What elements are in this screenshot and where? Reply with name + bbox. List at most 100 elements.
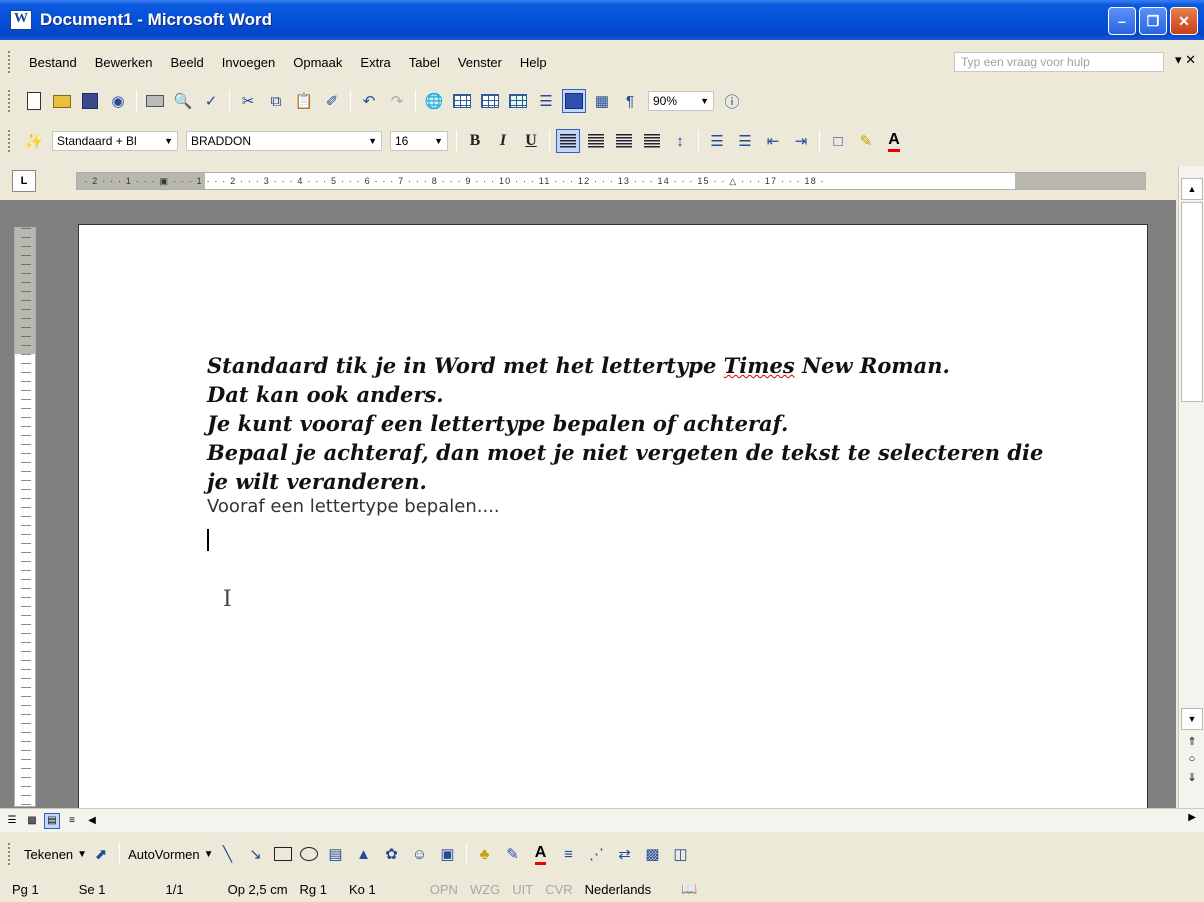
status-overtype[interactable]: CVR [545,882,572,897]
clip-art-icon[interactable]: ☺ [408,842,432,866]
scroll-left-icon[interactable]: ◀ [84,813,100,829]
print-icon[interactable] [143,89,167,113]
align-center-icon[interactable] [584,129,608,153]
increase-indent-icon[interactable]: ⇥ [789,129,813,153]
bullets-icon[interactable]: ☰ [733,129,757,153]
numbering-icon[interactable]: ☰ [705,129,729,153]
dash-style-icon[interactable]: ⋰ [585,842,609,866]
menu-help[interactable]: Help [511,55,556,70]
toolbar-grip[interactable] [8,90,12,112]
style-select[interactable]: Standaard + Bl ▼ [52,131,178,151]
previous-page-icon[interactable]: ⇑ [1181,732,1203,750]
draw-menu[interactable]: Tekenen [24,847,73,862]
menu-bestand[interactable]: Bestand [20,55,86,70]
font-color-icon[interactable]: A [882,129,906,153]
menu-beeld[interactable]: Beeld [162,55,213,70]
save-icon[interactable] [78,89,102,113]
font-select[interactable]: BRADDON ▼ [186,131,382,151]
help-icon[interactable]: ⓘ [720,89,744,113]
word-app-icon[interactable] [10,10,32,30]
3d-style-icon[interactable]: ◫ [669,842,693,866]
tables-borders-icon[interactable] [450,89,474,113]
menu-bewerken[interactable]: Bewerken [86,55,162,70]
insert-excel-icon[interactable] [506,89,530,113]
status-track[interactable]: WZG [470,882,500,897]
scroll-up-icon[interactable]: ▲ [1181,178,1203,200]
menu-venster[interactable]: Venster [449,55,511,70]
help-question-input[interactable]: Typ een vraag voor hulp [954,52,1164,72]
permission-icon[interactable]: ◉ [106,89,130,113]
spelling-status-icon[interactable]: 📖 [681,881,697,897]
horizontal-ruler[interactable]: · 2 · · · 1 · · · ▣ · · · 1 · · · 2 · · … [76,172,1146,190]
undo-icon[interactable]: ↶ [357,89,381,113]
scroll-right-icon[interactable]: ▶ [1188,812,1196,823]
tab-selector[interactable]: L [12,170,36,192]
diagram-icon[interactable]: ✿ [380,842,404,866]
status-extend[interactable]: UIT [512,882,533,897]
show-hide-icon[interactable]: ¶ [618,89,642,113]
toolbar-grip[interactable] [8,843,12,865]
drawing-icon[interactable] [562,89,586,113]
decrease-indent-icon[interactable]: ⇤ [761,129,785,153]
normal-view-icon[interactable]: ☰ [4,813,20,829]
line-style-icon[interactable]: ≡ [557,842,581,866]
columns-icon[interactable]: ☰ [534,89,558,113]
zoom-select[interactable]: 90% ▼ [648,91,714,111]
open-folder-icon[interactable] [50,89,74,113]
menu-extra[interactable]: Extra [351,55,399,70]
shadow-style-icon[interactable]: ▩ [641,842,665,866]
menubar-grip[interactable] [8,51,12,73]
menu-invoegen[interactable]: Invoegen [213,55,285,70]
scroll-thumb[interactable] [1181,202,1203,402]
rectangle-icon[interactable] [273,847,292,861]
print-layout-view-icon[interactable]: ▤ [44,812,60,829]
vertical-scrollbar[interactable]: ▲ ▼ ⇑ ○ ⇓ [1178,166,1204,808]
oval-icon[interactable] [299,847,318,861]
arrow-icon[interactable]: ↘ [244,842,268,866]
paste-icon[interactable]: 📋 [292,89,316,113]
text-box-icon[interactable]: ▤ [324,842,348,866]
scroll-down-icon[interactable]: ▼ [1181,708,1203,730]
menu-tabel[interactable]: Tabel [400,55,449,70]
status-record[interactable]: OPN [430,882,458,897]
styles-pane-icon[interactable]: ✨ [22,129,46,153]
select-objects-icon[interactable]: ⬈ [89,842,113,866]
picture-icon[interactable]: ▣ [436,842,460,866]
highlight-icon[interactable]: ✎ [854,129,878,153]
font-size-select[interactable]: 16 ▼ [390,131,448,151]
restore-button[interactable]: ❐ [1139,7,1167,35]
menu-opmaak[interactable]: Opmaak [284,55,351,70]
italic-icon[interactable]: I [491,129,515,153]
document-text[interactable]: Standaard tik je in Word met het lettert… [207,351,1047,551]
minimize-button[interactable]: – [1108,7,1136,35]
vertical-ruler[interactable] [14,227,36,807]
web-layout-view-icon[interactable]: ▩ [24,813,40,829]
arrow-style-icon[interactable]: ⇄ [613,842,637,866]
underline-icon[interactable]: U [519,129,543,153]
insert-table-icon[interactable] [478,89,502,113]
line-icon[interactable]: ╲ [216,842,240,866]
document-map-icon[interactable]: ▦ [590,89,614,113]
copy-icon[interactable]: ⧉ [264,89,288,113]
document-page[interactable]: Standaard tik je in Word met het lettert… [78,224,1148,808]
borders-icon[interactable]: □ [826,129,850,153]
browse-object-icon[interactable]: ○ [1181,750,1203,768]
toolbar-grip[interactable] [8,130,12,152]
autoshapes-menu[interactable]: AutoVormen [128,847,200,862]
wordart-icon[interactable]: ▲ [352,842,376,866]
spelling-icon[interactable]: ✓ [199,89,223,113]
print-preview-icon[interactable]: 🔍 [171,89,195,113]
close-button[interactable]: ✕ [1170,7,1198,35]
align-left-icon[interactable] [556,129,580,153]
next-page-icon[interactable]: ⇓ [1181,768,1203,786]
cut-icon[interactable]: ✂ [236,89,260,113]
format-painter-icon[interactable]: ✐ [320,89,344,113]
font-color-icon[interactable]: A [529,842,553,866]
outline-view-icon[interactable]: ≡ [64,813,80,829]
line-color-icon[interactable]: ✎ [501,842,525,866]
new-document-icon[interactable] [22,89,46,113]
document-close-icon[interactable]: ▾ ✕ [1175,52,1196,68]
bold-icon[interactable]: B [463,129,487,153]
justify-icon[interactable] [640,129,664,153]
redo-icon[interactable]: ↷ [385,89,409,113]
